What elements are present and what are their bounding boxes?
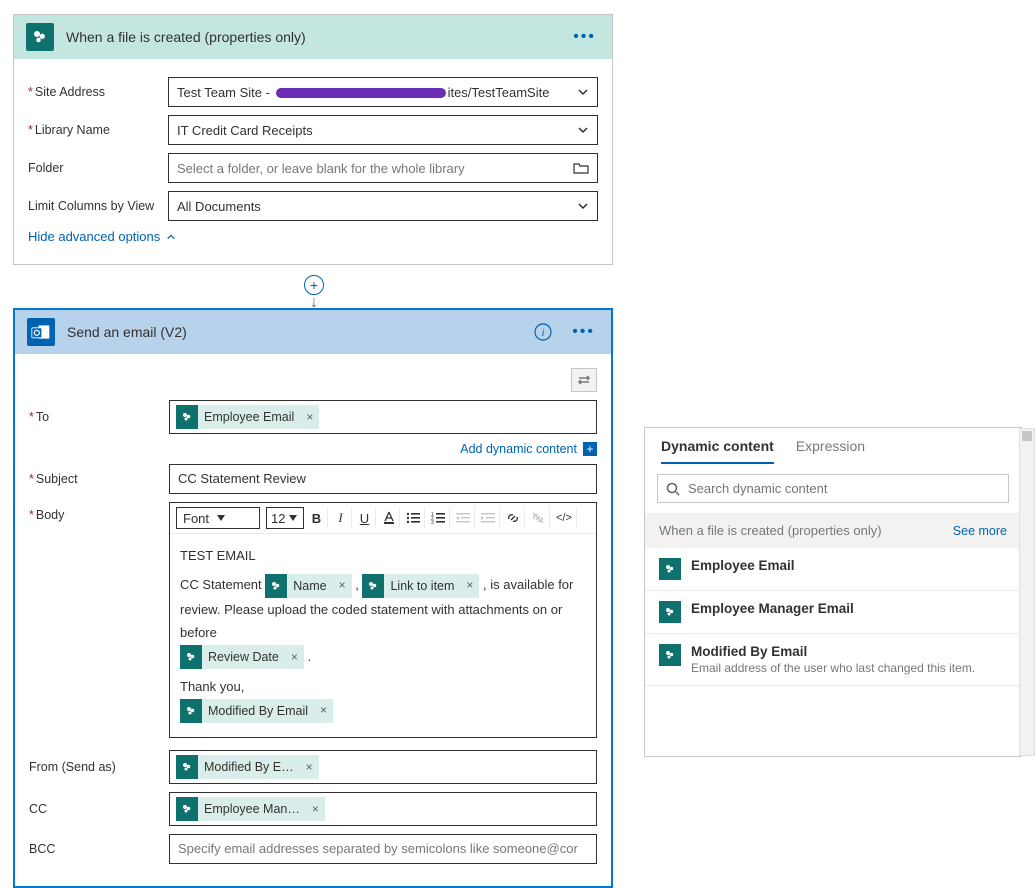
to-field[interactable]: Employee Email ×	[169, 400, 597, 434]
dyn-item[interactable]: Modified By Email Email address of the u…	[645, 634, 1021, 686]
bcc-label: BCC	[29, 842, 169, 856]
remove-token-button[interactable]: ×	[314, 700, 333, 722]
action-header[interactable]: Send an email (V2) i •••	[15, 310, 611, 354]
tab-dynamic-content[interactable]: Dynamic content	[661, 438, 774, 464]
limit-columns-dropdown[interactable]: All Documents	[168, 191, 598, 221]
dynamic-search-input[interactable]	[657, 474, 1009, 503]
remove-token-button[interactable]: ×	[300, 410, 319, 424]
chevron-up-icon	[166, 232, 176, 242]
dyn-item[interactable]: Employee Email	[645, 548, 1021, 591]
tab-expression[interactable]: Expression	[796, 438, 865, 464]
from-field[interactable]: Modified By E… ×	[169, 750, 597, 784]
outlook-icon	[27, 318, 55, 346]
font-family-select[interactable]: Font	[176, 507, 260, 529]
underline-button[interactable]: U	[354, 507, 376, 529]
info-icon[interactable]: i	[534, 323, 552, 341]
sharepoint-icon	[659, 601, 681, 623]
sharepoint-icon	[659, 558, 681, 580]
see-more-link[interactable]: See more	[953, 524, 1007, 538]
font-size-select[interactable]: 12	[266, 507, 304, 529]
from-label: From (Send as)	[29, 760, 169, 774]
action-menu-button[interactable]: •••	[568, 321, 599, 343]
add-dynamic-content-link[interactable]: Add dynamic content	[460, 442, 577, 456]
cc-field[interactable]: Employee Man… ×	[169, 792, 597, 826]
token-link-to-item[interactable]: Link to item ×	[362, 574, 479, 598]
library-name-dropdown[interactable]: IT Credit Card Receipts	[168, 115, 598, 145]
bold-button[interactable]: B	[306, 507, 328, 529]
search-icon	[666, 482, 680, 496]
subject-input[interactable]: CC Statement Review	[169, 464, 597, 494]
remove-token-button[interactable]: ×	[300, 760, 319, 774]
token-employee-email[interactable]: Employee Email ×	[176, 405, 319, 429]
swap-mode-button[interactable]	[571, 368, 597, 392]
add-step-button[interactable]: +	[304, 275, 324, 295]
trigger-title: When a file is created (properties only)	[66, 29, 557, 45]
dynamic-search-text[interactable]	[688, 481, 1000, 496]
chevron-down-icon	[577, 124, 589, 136]
sharepoint-icon	[176, 405, 198, 429]
hide-advanced-toggle[interactable]: Hide advanced options	[28, 229, 598, 244]
italic-button[interactable]: I	[330, 507, 352, 529]
dynamic-content-panel: Dynamic content Expression When a file i…	[644, 427, 1022, 757]
token-employee-manager-email[interactable]: Employee Man… ×	[176, 797, 325, 821]
outdent-button	[452, 507, 475, 529]
dyn-item[interactable]: Employee Manager Email	[645, 591, 1021, 634]
indent-button	[477, 507, 500, 529]
add-dynamic-content-button[interactable]: +	[583, 442, 597, 456]
remove-token-button[interactable]: ×	[285, 647, 304, 669]
token-name[interactable]: Name ×	[265, 574, 351, 598]
folder-icon	[573, 161, 589, 175]
chevron-down-icon	[217, 515, 225, 521]
action-title: Send an email (V2)	[67, 324, 522, 340]
remove-token-button[interactable]: ×	[333, 575, 352, 597]
library-name-label: Library Name	[28, 123, 168, 137]
folder-label: Folder	[28, 161, 168, 175]
chevron-down-icon	[289, 515, 297, 521]
cc-label: CC	[29, 802, 169, 816]
code-view-button[interactable]: </>	[552, 507, 577, 529]
remove-token-button[interactable]: ×	[306, 802, 325, 816]
token-review-date[interactable]: Review Date ×	[180, 645, 304, 669]
token-modified-by-email[interactable]: Modified By Email ×	[180, 699, 333, 723]
bcc-input[interactable]: Specify email addresses separated by sem…	[169, 834, 597, 864]
limit-columns-label: Limit Columns by View	[28, 199, 168, 213]
body-content[interactable]: TEST EMAIL CC Statement Name × ,	[170, 534, 596, 737]
number-list-button[interactable]: 123	[427, 507, 450, 529]
sharepoint-icon	[659, 644, 681, 666]
dynamic-group-header: When a file is created (properties only)…	[645, 513, 1021, 548]
sharepoint-icon	[26, 23, 54, 51]
bullet-list-button[interactable]	[402, 507, 425, 529]
svg-text:i: i	[542, 327, 545, 339]
svg-text:3: 3	[431, 520, 434, 524]
trigger-header[interactable]: When a file is created (properties only)…	[14, 15, 612, 59]
site-address-dropdown[interactable]: Test Team Site - ites/TestTeamSite	[168, 77, 598, 107]
to-label: To	[29, 410, 169, 424]
subject-label: Subject	[29, 472, 169, 486]
editor-toolbar: Font 12 B I U 123	[170, 503, 596, 534]
remove-token-button[interactable]: ×	[460, 575, 479, 597]
unlink-button	[527, 507, 550, 529]
trigger-card: When a file is created (properties only)…	[13, 14, 613, 265]
trigger-menu-button[interactable]: •••	[569, 26, 600, 48]
body-label: Body	[29, 502, 169, 522]
chevron-down-icon	[577, 200, 589, 212]
scrollbar-thumb[interactable]	[1022, 431, 1032, 441]
body-editor[interactable]: Font 12 B I U 123	[169, 502, 597, 738]
color-button[interactable]	[378, 507, 400, 529]
site-address-label: Site Address	[28, 85, 168, 99]
redacted-url	[276, 88, 446, 98]
action-card: Send an email (V2) i ••• To Employee Ema…	[13, 308, 613, 888]
flow-connector: + ↓	[302, 275, 326, 311]
scrollbar[interactable]	[1019, 428, 1035, 756]
chevron-down-icon	[577, 86, 589, 98]
token-modified-by-email[interactable]: Modified By E… ×	[176, 755, 319, 779]
folder-picker[interactable]: Select a folder, or leave blank for the …	[168, 153, 598, 183]
link-button[interactable]	[502, 507, 525, 529]
